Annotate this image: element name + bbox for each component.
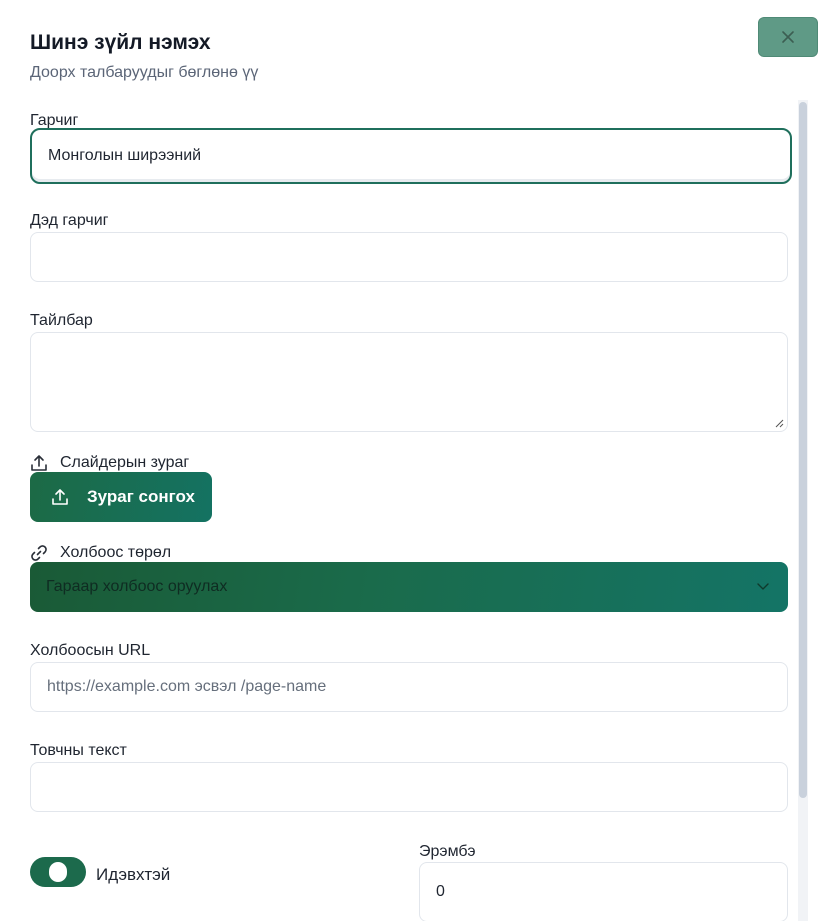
link-url-label: Холбоосын URL xyxy=(30,642,151,659)
choose-image-button[interactable]: Зураг сонгох xyxy=(30,472,212,522)
link-type-select[interactable]: Гараар холбоос оруулах xyxy=(30,562,788,612)
link-type-selected-value: Гараар холбоос оруулах xyxy=(46,578,228,595)
slider-image-label: Слайдерын зураг xyxy=(30,454,189,472)
link-url-placeholder: https://example.com эсвэл /page-name xyxy=(47,678,327,695)
order-input-value: 0 xyxy=(436,883,445,900)
dialog-title: Шинэ зүйл нэмэх xyxy=(30,31,211,54)
description-textarea[interactable] xyxy=(30,332,788,432)
add-item-dialog: Шинэ зүйл нэмэх Доорх талбаруудыг бөглөн… xyxy=(0,0,826,921)
link-type-label-text: Холбоос төрөл xyxy=(60,544,172,561)
subtitle-input[interactable] xyxy=(30,232,788,282)
button-text-input[interactable] xyxy=(30,762,788,812)
description-label: Тайлбар xyxy=(30,312,93,329)
dialog-subtitle: Доорх талбаруудыг бөглөнө үү xyxy=(30,64,259,81)
link-url-input[interactable]: https://example.com эсвэл /page-name xyxy=(30,662,788,712)
choose-image-button-label: Зураг сонгох xyxy=(87,487,195,506)
link-icon xyxy=(31,545,47,561)
scrollbar-thumb[interactable] xyxy=(799,102,807,798)
chevron-down-icon xyxy=(757,583,769,590)
subtitle-label: Дэд гарчиг xyxy=(30,212,109,229)
slider-image-label-text: Слайдерын зураг xyxy=(60,454,190,471)
title-input-value: Монголын ширээний xyxy=(48,147,202,164)
upload-icon xyxy=(31,455,47,471)
link-type-label: Холбоос төрөл xyxy=(30,544,171,562)
toggle-knob xyxy=(49,862,67,882)
active-toggle[interactable] xyxy=(30,857,86,887)
active-toggle-label: Идэвхтэй xyxy=(96,865,171,884)
order-label: Эрэмбэ xyxy=(419,843,476,860)
button-text-label: Товчны текст xyxy=(30,742,127,759)
close-icon xyxy=(782,31,794,43)
title-input[interactable]: Монголын ширээний xyxy=(30,128,792,184)
resize-grip-icon[interactable] xyxy=(775,419,784,428)
upload-icon xyxy=(52,489,68,505)
close-button[interactable] xyxy=(758,17,818,57)
order-input[interactable]: 0 xyxy=(419,862,788,921)
